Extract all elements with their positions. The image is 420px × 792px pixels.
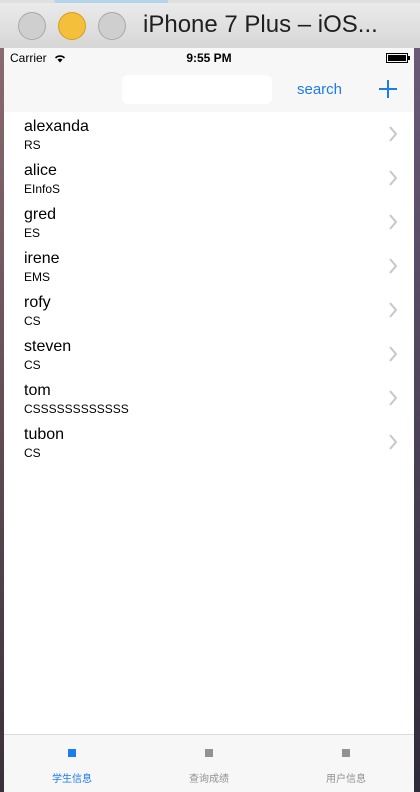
square-icon (68, 749, 76, 757)
chevron-right-icon (389, 170, 398, 186)
search-button[interactable]: search (297, 81, 342, 98)
student-department: CS (24, 358, 41, 372)
student-row[interactable]: irene EMS (4, 244, 414, 288)
chevron-right-icon (389, 302, 398, 318)
student-row[interactable]: alexanda RS (4, 112, 414, 156)
chevron-right-icon (389, 346, 398, 362)
student-department: ES (24, 226, 41, 240)
student-department: EMS (24, 270, 51, 284)
student-name: tom (24, 382, 51, 399)
student-department: CS (24, 314, 41, 328)
window-close-button[interactable] (18, 12, 46, 40)
chevron-right-icon (389, 434, 398, 450)
tab-query-grades[interactable]: 查询成绩 (141, 735, 277, 792)
phone-screen: Carrier 9:55 PM search alexanda RS alice… (4, 48, 414, 792)
student-department: EInfoS (24, 182, 61, 196)
student-department: CSSSSSSSSSSSS (24, 402, 129, 416)
student-name: steven (24, 338, 72, 355)
student-name: tubon (24, 426, 65, 443)
tab-user-info[interactable]: 用户信息 (278, 735, 414, 792)
student-name: irene (24, 250, 60, 267)
chevron-right-icon (389, 390, 398, 406)
window-minimize-button[interactable] (58, 12, 86, 40)
student-name: alice (24, 162, 57, 179)
window-title: iPhone 7 Plus – iOS... (143, 11, 378, 38)
student-name: rofy (24, 294, 51, 311)
window-zoom-button[interactable] (98, 12, 126, 40)
student-row[interactable]: alice EInfoS (4, 156, 414, 200)
student-row[interactable]: tom CSSSSSSSSSSSS (4, 376, 414, 420)
search-input[interactable] (122, 75, 272, 104)
student-row[interactable]: tubon CS (4, 420, 414, 464)
student-row[interactable]: rofy CS (4, 288, 414, 332)
navigation-bar: search (4, 68, 414, 113)
student-name: gred (24, 206, 57, 223)
student-department: CS (24, 446, 41, 460)
simulator-titlebar: iPhone 7 Plus – iOS... (0, 0, 420, 49)
desktop-edge-right (414, 48, 420, 792)
status-bar: Carrier 9:55 PM (4, 48, 414, 68)
student-row[interactable]: steven CS (4, 332, 414, 376)
tab-bar: 学生信息 查询成绩 用户信息 (4, 734, 414, 792)
chevron-right-icon (389, 214, 398, 230)
square-icon (342, 749, 350, 757)
plus-icon[interactable] (376, 74, 400, 104)
chevron-right-icon (389, 258, 398, 274)
tab-label: 用户信息 (326, 774, 366, 785)
square-icon (205, 749, 213, 757)
student-name: alexanda (24, 118, 89, 135)
status-time: 9:55 PM (186, 51, 232, 65)
tab-student-info[interactable]: 学生信息 (4, 735, 140, 792)
student-row[interactable]: gred ES (4, 200, 414, 244)
student-list: alexanda RS alice EInfoS gred ES irene E… (4, 112, 414, 464)
chevron-right-icon (389, 126, 398, 142)
tab-label: 查询成绩 (189, 774, 229, 785)
student-department: RS (24, 138, 41, 152)
tab-label: 学生信息 (52, 774, 92, 785)
battery-icon (386, 53, 410, 63)
